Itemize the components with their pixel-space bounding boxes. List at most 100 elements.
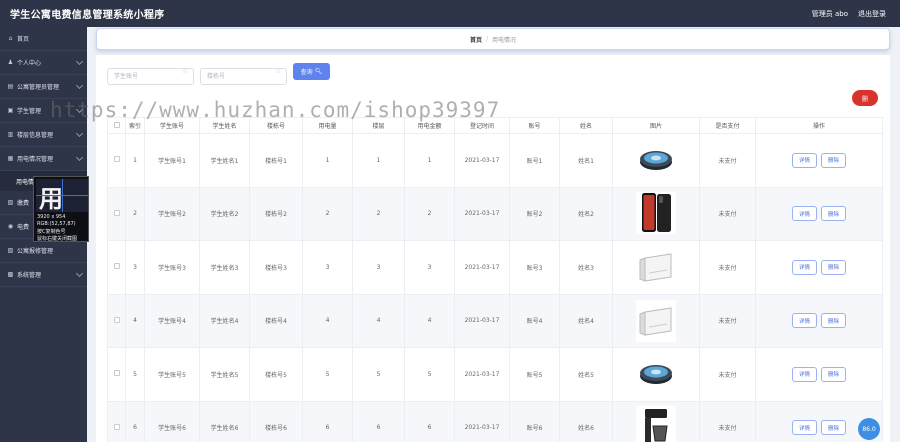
cell-name: 姓名4 [559,293,613,348]
student-icon: ▣ [7,107,14,114]
row-checkbox[interactable] [113,209,120,216]
sidebar-item-label: 用电情况管理 [17,156,54,163]
cell-account: 账号4 [509,293,560,348]
cell-name: 姓名2 [559,186,613,241]
cell-account: 账号5 [509,347,560,402]
cell-floor: 5 [352,347,405,402]
row-checkbox[interactable] [113,423,120,430]
top-bar: 学生公寓电费信息管理系统小程序 管理员 abo 退出登录 [0,0,900,27]
table-row: 2 学生账号2 学生姓名2 楼栋号2 2 2 2 2021-03-17 账号2 … [107,186,883,241]
cell-amount: 5 [404,347,455,402]
cell-floor: 3 [352,240,405,295]
app-title: 学生公寓电费信息管理系统小程序 [10,10,165,21]
sidebar-item-system[interactable]: ▩ 系统管理 [0,263,87,287]
sidebar-item-label: 楼层信息管理 [17,132,54,139]
query-button[interactable]: 查询 🔍︎ [293,63,330,80]
detail-button[interactable]: 详情 [792,420,818,436]
cell-student-no: 学生账号1 [144,133,200,188]
delete-button[interactable]: 删除 [820,152,846,168]
student-no-field: ☆ [107,63,194,85]
row-checkbox[interactable] [113,156,120,163]
cell-paid: 未支付 [699,133,756,188]
cell-paid: 未支付 [699,293,756,348]
cell-name: 姓名5 [559,347,613,402]
delete-button[interactable]: 删除 [820,259,846,275]
detail-button[interactable]: 详情 [792,152,818,168]
checkbox[interactable] [113,121,120,128]
smartphone-icon [636,191,676,234]
detail-button[interactable]: 详情 [792,206,818,222]
cell-student-no: 学生账号2 [144,186,200,241]
building-icon: ▥ [7,131,14,138]
breadcrumb-home[interactable]: 首页 [470,35,482,44]
delete-button[interactable]: 删除 [820,420,846,436]
delete-button[interactable]: 删除 [820,366,846,382]
air-conditioner-icon [636,246,676,289]
delete-button[interactable]: 删除 [820,206,846,222]
sidebar-item-electricity[interactable]: ▦ 用电情况管理 [0,147,87,171]
search-icon: 🔍︎ [314,69,323,75]
cell-floor: 1 [352,133,405,188]
sidebar-item-label: 公寓报修管理 [17,248,54,255]
table-row: 1 学生账号1 学生姓名1 楼栋号1 1 1 1 2021-03-17 账号1 … [107,133,883,188]
cell-account: 账号2 [509,186,560,241]
cell-image [612,293,700,348]
cell-actions: 详情 删除 [755,240,883,295]
cell-building-no: 楼栋号6 [249,400,303,442]
sidebar-item-repair[interactable]: ▨ 公寓报修管理 [0,239,87,263]
breadcrumb-separator: / [485,35,489,43]
column-header: 图片 [612,117,700,134]
detail-button[interactable]: 详情 [792,366,818,382]
row-checkbox[interactable] [113,316,120,323]
logout-link[interactable]: 退出登录 [858,9,886,19]
chevron-down-icon [75,129,84,138]
sidebar-item-home[interactable]: ⌂ 首页 [0,27,87,51]
column-header: 是否支付 [699,117,756,134]
row-checkbox[interactable] [113,370,120,377]
top-right-links: 管理员 abo 退出登录 [812,0,886,27]
column-header: 姓名 [559,117,613,134]
sidebar-item-label: 缴费 [17,200,30,207]
cell-building-no: 楼栋号1 [249,133,303,188]
cell-amount: 3 [404,240,455,295]
chevron-down-icon [75,57,84,66]
cell-actions: 详情 删除 [755,133,883,188]
watermark: https://www.huzhan.com/ishop39397 [50,98,501,122]
detail-button[interactable]: 详情 [792,313,818,329]
floating-speed-badge[interactable]: 86.0 [858,418,880,440]
chevron-down-icon [75,81,84,90]
cell-usage: 5 [302,347,353,402]
cell-image [612,186,700,241]
cell-name: 姓名1 [559,133,613,188]
cell-image [612,240,700,295]
sidebar-item-dorm-admin[interactable]: ▤ 公寓管理员管理 [0,75,87,99]
cell-date: 2021-03-17 [454,133,510,188]
cell-student-no: 学生账号4 [144,293,200,348]
cell-paid: 未支付 [699,347,756,402]
cell-building-no: 楼栋号4 [249,293,303,348]
sidebar-item-floors[interactable]: ▥ 楼层信息管理 [0,123,87,147]
column-header: 账号 [509,117,560,134]
chevron-down-icon [75,153,84,162]
admin-user-label[interactable]: 管理员 abo [812,9,848,19]
zoom-preview: 用情 [36,179,88,212]
cell-actions: 详情 删除 [755,293,883,348]
detail-button[interactable]: 详情 [792,259,818,275]
delete-button[interactable]: 删除 [820,313,846,329]
cell-student-no: 学生账号3 [144,240,200,295]
bulb-icon: ◉ [7,223,14,230]
cell-student-name: 学生姓名2 [199,186,250,241]
cell-image [612,347,700,402]
table-row: 3 学生账号3 学生姓名3 楼栋号3 3 3 3 2021-03-17 账号3 … [107,240,883,295]
cell-amount: 6 [404,400,455,442]
cell-usage: 3 [302,240,353,295]
batch-delete-button[interactable]: 删 [852,90,878,106]
sidebar-item-personal-center[interactable]: ♟ 个人中心 [0,51,87,75]
cell-student-name: 学生姓名3 [199,240,250,295]
overlay-close-hint: 鼠标右键关闭截图 [37,236,78,242]
cell-student-name: 学生姓名1 [199,133,250,188]
settings-icon: ▩ [7,271,14,278]
row-checkbox[interactable] [113,263,120,270]
cell-account: 账号1 [509,133,560,188]
cell-index: 5 [125,347,145,402]
